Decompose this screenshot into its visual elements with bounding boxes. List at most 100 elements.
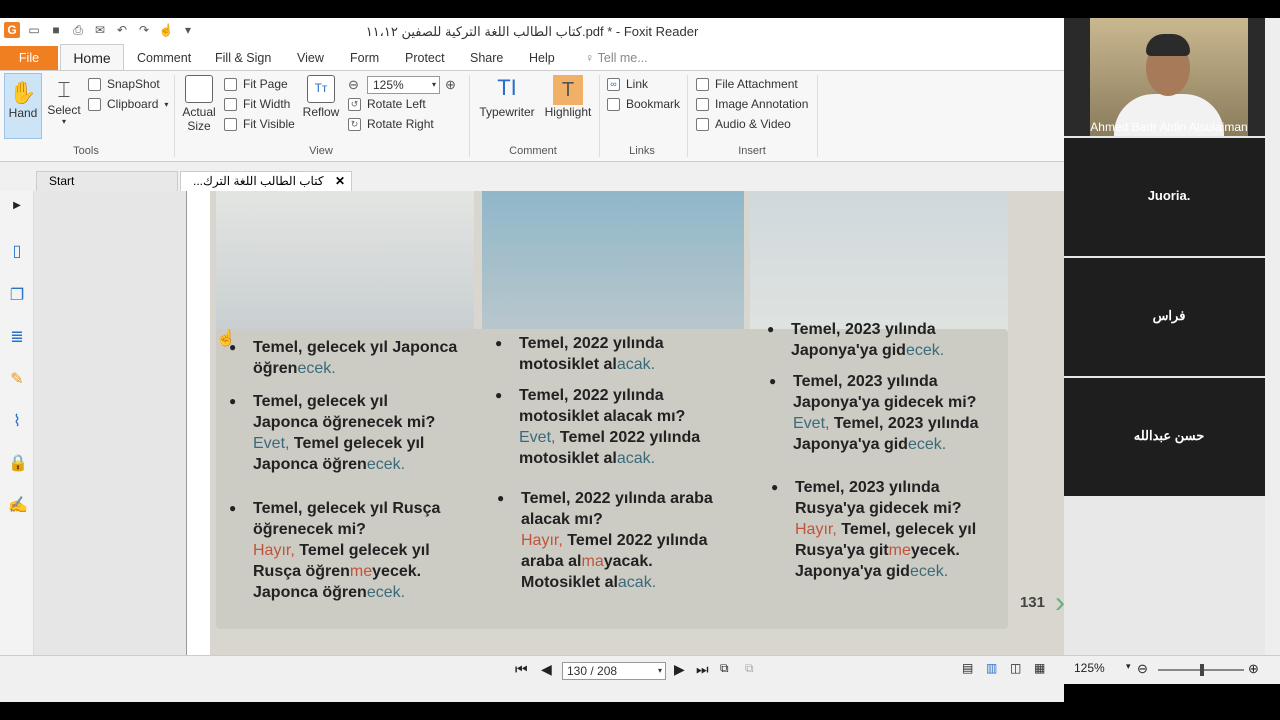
fit-visible-icon [224,117,237,131]
attachment-panel-icon[interactable]: ⌇ [8,413,26,431]
bookmark-button[interactable]: Bookmark [607,97,680,111]
link-button[interactable]: ∞ Link [607,77,648,91]
tab-share[interactable]: Share [470,51,503,65]
rotate-left-label: Rotate Left [367,97,426,111]
zoom-slider-thumb[interactable] [1200,664,1204,676]
participant-tile-3[interactable]: فراس [1064,258,1274,376]
chevron-down-icon: ▾ [61,117,66,126]
zoom-in-button[interactable]: ⊕ [445,77,456,93]
next-view-icon[interactable]: ⧉ [745,661,754,676]
text: Japonca öğrenecek mi? [253,414,436,431]
file-attachment-label: File Attachment [715,77,798,91]
text: Temel gelecek yıl [289,435,425,452]
fit-width-button[interactable]: Fit Width [224,97,290,111]
text: Temel, gelecek yıl Rusça [253,500,441,517]
tab-start[interactable]: Start [36,171,178,191]
suffix: ecek. [905,342,945,359]
text: alacak mı? [521,511,603,528]
continuous-facing-icon[interactable]: ▦ [1034,661,1045,675]
previous-view-icon[interactable]: ⧉ [720,661,729,676]
text: Japonya'ya gid [791,342,906,359]
tab-view[interactable]: View [297,51,324,65]
last-page-icon[interactable]: ⏭ [696,661,709,678]
tab-help[interactable]: Help [529,51,555,65]
link-icon: ∞ [607,77,620,91]
zoom-in-icon[interactable]: ⊕ [1248,661,1259,677]
tell-me-search[interactable]: ♀ Tell me... [585,51,648,65]
participant-video [1090,18,1248,136]
illustration-motorcycle [482,191,744,331]
lock-icon[interactable]: 🔒 [8,455,28,473]
facing-icon[interactable]: ◫ [1010,661,1021,675]
text: motosiklet al [519,356,617,373]
typewriter-button[interactable]: TI Typewriter [476,75,538,119]
participant-tile-4[interactable]: حسن عبدالله [1064,378,1274,496]
text: Temel, 2022 yılında araba [521,490,713,507]
text: Rusya'ya git [795,542,889,559]
zoom-select[interactable]: 125% ▾ [367,76,440,94]
window-title: كتاب الطالب اللغة التركية للصفين ١١،١٢.p… [365,24,699,39]
view-group-label: View [309,145,333,157]
participant-tile-2[interactable]: Juoria. [1064,138,1274,256]
file-attachment-button[interactable]: File Attachment [696,77,798,91]
comments-icon[interactable]: ✎ [8,371,26,389]
first-page-icon[interactable]: ⏮ [515,661,528,678]
video-figure-hair [1146,34,1190,56]
sentence-3-2: ● Temel, 2023 yılında Japonya'ya gidecek m… [769,371,979,455]
status-zoom-value[interactable]: 125% [1074,661,1105,675]
next-page-icon[interactable]: ▶ [674,661,685,678]
document-viewport[interactable]: ● Temel, gelecek yıl Japonca öğrenecek. ● T… [34,191,1092,673]
reflow-button[interactable]: Tт Reflow [302,75,340,119]
close-icon[interactable]: ✕ [335,172,345,190]
page-thumbnails-icon[interactable]: ▯ [8,243,26,261]
tab-form[interactable]: Form [350,51,379,65]
tab-document[interactable]: ...كتاب الطالب اللغة الترك ✕ [180,171,352,191]
text: Temel, gelecek yıl [836,521,977,538]
image-annotation-button[interactable]: Image Annotation [696,97,808,111]
text: Temel 2022 yılında [562,532,708,549]
fit-page-button[interactable]: Fit Page [224,77,288,91]
page-number-input[interactable]: 130 / 208 ▾ [562,662,666,680]
rotate-left-button[interactable]: ↺ Rotate Left [348,97,426,111]
participant-tile-1[interactable]: Ahmed Badr Aldin Alsulaiman [1064,18,1274,136]
bullet: ● [497,491,505,505]
rotate-right-button[interactable]: ↻ Rotate Right [348,117,434,131]
snapshot-label: SnapShot [107,77,160,91]
layers-icon[interactable]: ❐ [8,287,26,305]
comment-group-label: Comment [509,145,557,157]
clipboard-label: Clipboard [107,97,159,111]
sentence-1-1: ● Temel, gelecek yıl Japonca öğrenecek. [229,337,457,379]
expand-panel-icon[interactable]: ▶ [8,197,26,215]
tab-home[interactable]: Home [60,44,124,70]
continuous-icon[interactable]: ▥ [986,661,997,675]
single-page-icon[interactable]: ▤ [962,661,973,675]
yes-word: Evet, [253,435,290,452]
right-scrollbar[interactable] [1265,18,1280,655]
hand-tool-button[interactable]: ✋ Hand [4,73,42,139]
audio-video-button[interactable]: Audio & Video [696,117,791,131]
tab-fill-sign[interactable]: Fill & Sign [215,51,271,65]
rotate-left-icon: ↺ [348,97,361,111]
chevron-down-icon[interactable]: ▾ [1126,661,1131,672]
file-menu[interactable]: File [0,46,58,70]
clipboard-button[interactable]: Clipboard ▾ [88,97,168,111]
fit-visible-button[interactable]: Fit Visible [224,117,295,131]
previous-page-icon[interactable]: ◀ [541,661,552,678]
tab-protect[interactable]: Protect [405,51,445,65]
select-tool-button[interactable]: ⌶ Select ▾ [46,77,82,126]
zoom-in-icon: ⊕ [445,77,456,92]
zoom-out-icon[interactable]: ⊖ [1137,661,1148,677]
zoom-slider[interactable] [1158,664,1244,676]
highlight-button[interactable]: T Highlight [543,75,593,119]
stack-icon[interactable]: ≣ [8,329,26,347]
tools-group-label: Tools [73,145,99,157]
actual-size-button[interactable]: Actual Size [180,75,218,133]
negation: me [888,542,911,559]
tab-comment[interactable]: Comment [137,51,191,65]
zoom-out-button[interactable]: ⊖ [348,77,359,93]
snapshot-button[interactable]: SnapShot [88,77,160,91]
links-group-label: Links [629,145,655,157]
signature-icon[interactable]: ✍ [8,497,28,515]
hand-cursor-icon: ☝ [216,330,236,347]
participant-name: فراس [1152,308,1186,323]
